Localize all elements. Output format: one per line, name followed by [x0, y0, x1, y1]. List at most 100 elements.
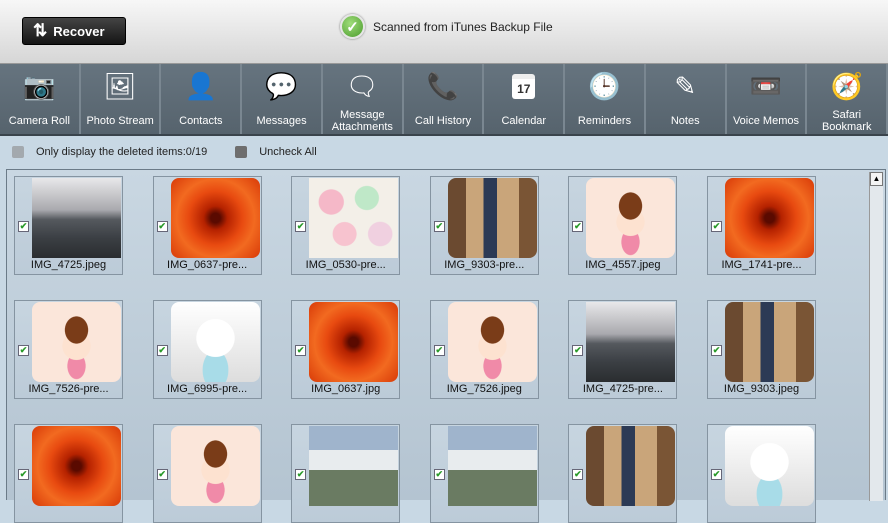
photo-filename: IMG_4725-pre...: [582, 383, 663, 395]
contact-icon: 👤: [184, 71, 218, 101]
deleted-only-checkbox[interactable]: [12, 145, 24, 158]
photo-thumbnail: [725, 302, 814, 382]
photo-tile[interactable]: ✔ IMG_7526.jpeg: [429, 300, 539, 399]
cassette-icon: 📼: [749, 71, 783, 101]
photo-thumbnail: [170, 426, 260, 506]
photo-tile[interactable]: ✔ IMG_1741-pre...: [707, 176, 816, 275]
photo-filename: IMG_7526.jpeg: [446, 383, 522, 395]
uncheck-all-label: Uncheck All: [259, 145, 317, 158]
photo-stream-icon: 🖼: [103, 71, 137, 101]
photo-thumbnail: [309, 302, 399, 382]
photo-checkbox[interactable]: ✔: [711, 469, 722, 480]
phone-icon: 📞: [426, 71, 460, 101]
tab-reminders[interactable]: 🕒 Reminders: [565, 64, 646, 134]
tab-call-history[interactable]: 📞 Call History: [403, 64, 485, 134]
photo-checkbox[interactable]: ✔: [433, 221, 445, 232]
photo-tile[interactable]: ✔: [568, 424, 678, 523]
vertical-scrollbar[interactable]: ▲: [869, 172, 883, 501]
tab-notes[interactable]: ✎ Notes: [645, 64, 727, 134]
photo-tile[interactable]: ✔ IMG_0637-pre...: [152, 176, 262, 275]
tab-label: Contacts: [179, 115, 223, 127]
tab-message-attachments[interactable]: 🗨 Message Attachments: [322, 64, 404, 134]
tab-label: Messages: [256, 115, 307, 127]
photo-tile[interactable]: ✔ IMG_4725-pre...: [568, 300, 678, 399]
photo-filename: IMG_9303.jpeg: [723, 383, 800, 395]
header: ⇅ Recover ✓ Scanned from iTunes Backup F…: [0, 0, 888, 64]
photo-thumbnail: [725, 426, 814, 506]
photo-tile[interactable]: ✔: [291, 424, 401, 523]
photo-checkbox[interactable]: ✔: [295, 469, 307, 480]
uncheck-all-checkbox[interactable]: [235, 145, 248, 158]
photo-tile[interactable]: ✔ IMG_9303.jpeg: [707, 300, 816, 399]
photo-thumbnail: [32, 178, 121, 258]
tab-voice-memos[interactable]: 📼 Voice Memos: [726, 64, 808, 134]
photo-thumbnail: [32, 426, 121, 506]
photo-filename: IMG_1741-pre...: [721, 259, 802, 271]
photo-checkbox[interactable]: ✔: [156, 469, 168, 480]
photo-thumbnail: [32, 302, 121, 382]
photo-tile[interactable]: ✔: [429, 424, 539, 523]
photo-checkbox[interactable]: ✔: [433, 469, 445, 480]
photo-grid: ✔ IMG_4725.jpeg ✔ IMG_0637-pre... ✔ IMG_0530-…: [6, 169, 886, 523]
photo-tile[interactable]: ✔ IMG_7526-pre...: [14, 300, 123, 399]
photo-checkbox[interactable]: ✔: [156, 221, 168, 232]
photo-tile[interactable]: ✔: [707, 424, 816, 523]
photo-checkbox[interactable]: ✔: [572, 345, 584, 356]
photo-checkbox[interactable]: ✔: [18, 221, 29, 232]
photo-checkbox[interactable]: ✔: [18, 469, 29, 480]
scan-status: ✓ Scanned from iTunes Backup File: [340, 14, 553, 39]
photo-checkbox[interactable]: ✔: [711, 345, 722, 356]
tab-calendar[interactable]: 17 Calendar: [484, 64, 566, 134]
photo-filename: IMG_0637.jpg: [311, 383, 381, 395]
photo-checkbox[interactable]: ✔: [295, 345, 307, 356]
tab-label: Photo Stream: [86, 115, 154, 127]
tab-safari-bookmark[interactable]: 🧭 Safari Bookmark: [807, 64, 888, 134]
photo-checkbox[interactable]: ✔: [433, 345, 445, 356]
scroll-up-arrow-icon[interactable]: ▲: [870, 172, 883, 186]
photo-thumbnail: [309, 426, 399, 506]
photo-tile[interactable]: ✔ IMG_4725.jpeg: [14, 176, 123, 275]
photo-checkbox[interactable]: ✔: [18, 345, 29, 356]
recover-label: Recover: [53, 23, 105, 39]
photo-thumbnail: [586, 178, 676, 258]
photo-thumbnail: [586, 302, 676, 382]
photo-tile[interactable]: ✔ IMG_9303-pre...: [429, 176, 539, 275]
filter-bar: Only display the deleted items:0/19 Unch…: [0, 138, 888, 165]
photo-checkbox[interactable]: ✔: [156, 345, 168, 356]
tab-label: Reminders: [577, 115, 632, 127]
photo-thumbnail: [447, 426, 537, 506]
camera-icon: 📷: [23, 71, 56, 101]
status-text: Scanned from iTunes Backup File: [373, 19, 553, 34]
photo-checkbox[interactable]: ✔: [572, 469, 584, 480]
tab-messages[interactable]: 💬 Messages: [242, 64, 323, 134]
photo-filename: IMG_7526-pre...: [28, 383, 109, 395]
photo-filename: IMG_4557.jpeg: [585, 259, 661, 271]
photo-tile[interactable]: ✔: [152, 424, 262, 523]
tab-label: Notes: [670, 115, 700, 127]
photo-tile[interactable]: ✔: [14, 424, 123, 523]
deleted-only-label: Only display the deleted items:0/19: [36, 145, 208, 158]
recover-button[interactable]: ⇅ Recover: [22, 17, 126, 45]
photo-tile[interactable]: ✔ IMG_0637.jpg: [291, 300, 401, 399]
photo-tile[interactable]: ✔ IMG_6995-pre...: [152, 300, 262, 399]
tab-contacts[interactable]: 👤 Contacts: [161, 64, 243, 134]
photo-thumbnail: [447, 302, 537, 382]
photo-tile[interactable]: ✔ IMG_0530-pre...: [291, 176, 401, 275]
tab-photo-stream[interactable]: 🖼 Photo Stream: [80, 64, 162, 134]
photo-filename: IMG_0637-pre...: [167, 259, 248, 271]
calendar-day: 17: [512, 73, 536, 99]
tab-camera-roll[interactable]: 📷 Camera Roll: [0, 64, 81, 134]
photo-checkbox[interactable]: ✔: [572, 221, 584, 232]
tab-label: Calendar: [501, 115, 547, 127]
photo-thumbnail: [309, 178, 399, 258]
photo-tile[interactable]: ✔ IMG_4557.jpeg: [568, 176, 678, 275]
clock-icon: 🕒: [588, 71, 621, 101]
tab-label: Call History: [414, 115, 472, 127]
photo-checkbox[interactable]: ✔: [295, 221, 307, 232]
photo-checkbox[interactable]: ✔: [711, 221, 722, 232]
photo-thumbnail: [170, 302, 260, 382]
message-bubble-icon: 💬: [265, 71, 298, 101]
tab-label: Voice Memos: [732, 115, 799, 127]
photo-thumbnail: [447, 178, 537, 258]
tab-label: Message Attachments: [331, 109, 393, 133]
